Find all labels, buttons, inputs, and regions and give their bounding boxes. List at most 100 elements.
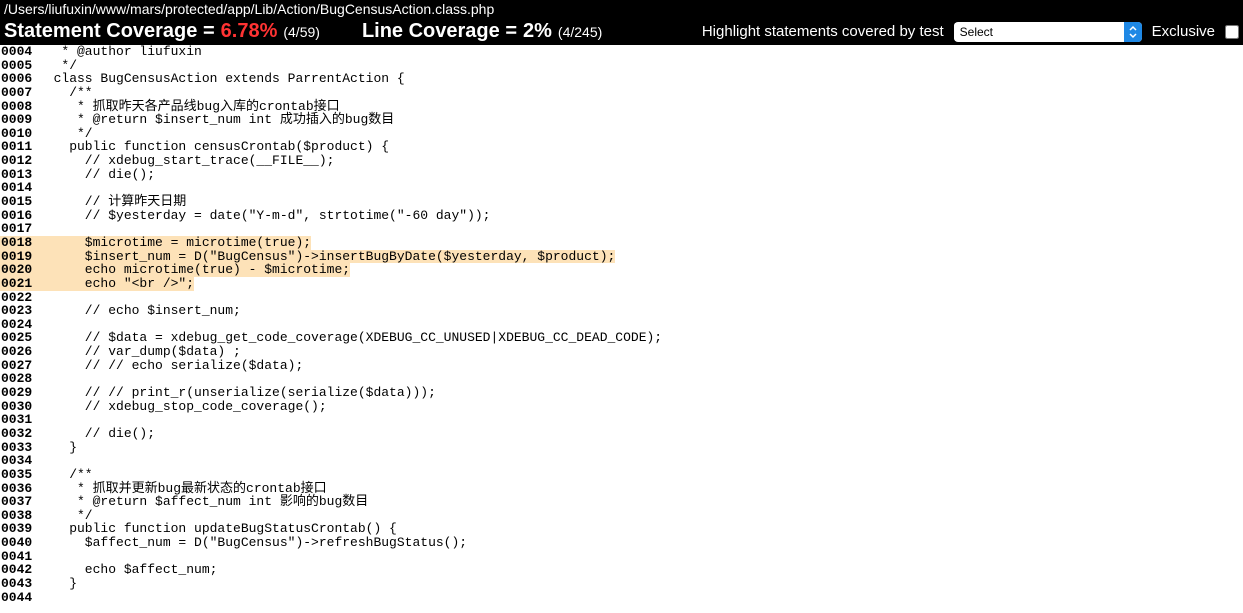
code-content: // echo $insert_num; — [38, 304, 1243, 318]
code-line: 0034 — [0, 454, 1243, 468]
test-select-value[interactable]: Select — [954, 23, 1124, 41]
code-line: 0017 — [0, 222, 1243, 236]
statement-coverage-label: Statement Coverage = — [4, 20, 215, 43]
line-number: 0009 — [0, 113, 38, 127]
code-content: /** — [38, 86, 1243, 100]
line-number: 0006 — [0, 72, 38, 86]
line-number: 0013 — [0, 168, 38, 182]
line-number: 0015 — [0, 195, 38, 209]
code-content: */ — [38, 127, 1243, 141]
code-line: 0013 // die(); — [0, 168, 1243, 182]
statement-coverage-ratio: (4/59) — [283, 24, 320, 40]
line-number: 0029 — [0, 386, 38, 400]
exclusive-label: Exclusive — [1152, 23, 1215, 40]
line-number: 0042 — [0, 563, 38, 577]
code-content: // $data = xdebug_get_code_coverage(XDEB… — [38, 331, 1243, 345]
line-coverage-label: Line Coverage = — [362, 20, 517, 43]
line-number: 0032 — [0, 427, 38, 441]
code-line: 0014 — [0, 181, 1243, 195]
code-line: 0041 — [0, 550, 1243, 564]
test-selector[interactable]: Select — [954, 22, 1142, 42]
line-number: 0010 — [0, 127, 38, 141]
statement-coverage-value: 6.78% — [221, 20, 278, 43]
code-line: 0025 // $data = xdebug_get_code_coverage… — [0, 331, 1243, 345]
code-content: echo microtime(true) - $microtime; — [38, 263, 350, 277]
line-number: 0025 — [0, 331, 38, 345]
code-line: 0024 — [0, 318, 1243, 332]
line-number: 0039 — [0, 522, 38, 536]
line-number: 0037 — [0, 495, 38, 509]
code-line: 0010 */ — [0, 127, 1243, 141]
code-line: 0006 class BugCensusAction extends Parre… — [0, 72, 1243, 86]
line-number: 0030 — [0, 400, 38, 414]
line-number: 0038 — [0, 509, 38, 523]
line-number: 0021 — [0, 277, 38, 291]
code-content — [38, 291, 1243, 305]
code-line: 0012 // xdebug_start_trace(__FILE__); — [0, 154, 1243, 168]
header-controls: Highlight statements covered by test Sel… — [702, 22, 1239, 42]
code-line: 0009 * @return $insert_num int 成功插入的bug数… — [0, 113, 1243, 127]
code-content: // die(); — [38, 168, 1243, 182]
code-content: * @return $affect_num int 影响的bug数目 — [38, 495, 1243, 509]
line-number: 0027 — [0, 359, 38, 373]
line-number: 0036 — [0, 482, 38, 496]
line-number: 0034 — [0, 454, 38, 468]
line-number: 0008 — [0, 100, 38, 114]
line-number: 0043 — [0, 577, 38, 591]
code-content: * @author liufuxin — [38, 45, 1243, 59]
code-line: 0029 // // print_r(unserialize(serialize… — [0, 386, 1243, 400]
code-content: echo "<br />"; — [38, 277, 194, 291]
line-number: 0004 — [0, 45, 38, 59]
code-content — [38, 318, 1243, 332]
code-line: 0030 // xdebug_stop_code_coverage(); — [0, 400, 1243, 414]
code-content — [38, 181, 1243, 195]
code-content: $microtime = microtime(true); — [38, 236, 311, 250]
code-line: 0037 * @return $affect_num int 影响的bug数目 — [0, 495, 1243, 509]
line-number: 0018 — [0, 236, 38, 250]
code-content — [38, 222, 1243, 236]
code-line: 0035 /** — [0, 468, 1243, 482]
code-line: 0039 public function updateBugStatusCron… — [0, 522, 1243, 536]
code-line: 0011 public function censusCrontab($prod… — [0, 140, 1243, 154]
code-line: 0021 echo "<br />"; — [0, 277, 1243, 291]
code-content: // die(); — [38, 427, 1243, 441]
code-content: } — [38, 577, 1243, 591]
code-line: 0033 } — [0, 441, 1243, 455]
code-content: echo $affect_num; — [38, 563, 1243, 577]
code-content: /** — [38, 468, 1243, 482]
line-number: 0040 — [0, 536, 38, 550]
code-line: 0043 } — [0, 577, 1243, 591]
line-number: 0026 — [0, 345, 38, 359]
code-content: public function updateBugStatusCrontab()… — [38, 522, 1243, 536]
code-line: 0005 */ — [0, 59, 1243, 73]
code-line: 0023 // echo $insert_num; — [0, 304, 1243, 318]
code-line: 0020 echo microtime(true) - $microtime; — [0, 263, 1243, 277]
code-content: class BugCensusAction extends ParrentAct… — [38, 72, 1243, 86]
file-path: /Users/liufuxin/www/mars/protected/app/L… — [0, 0, 1243, 18]
code-line: 0019 $insert_num = D("BugCensus")->inser… — [0, 250, 1243, 264]
code-line: 0042 echo $affect_num; — [0, 563, 1243, 577]
line-coverage-value: 2% — [523, 20, 552, 43]
code-line: 0038 */ — [0, 509, 1243, 523]
code-content: // xdebug_start_trace(__FILE__); — [38, 154, 1243, 168]
line-number: 0012 — [0, 154, 38, 168]
code-content — [38, 372, 1243, 386]
line-number: 0022 — [0, 291, 38, 305]
code-content: $affect_num = D("BugCensus")->refreshBug… — [38, 536, 1243, 550]
code-area: 0004 * @author liufuxin0005 */0006 class… — [0, 45, 1243, 604]
line-number: 0007 — [0, 86, 38, 100]
code-line: 0015 // 计算昨天日期 — [0, 195, 1243, 209]
code-content: } — [38, 441, 1243, 455]
exclusive-checkbox[interactable] — [1225, 25, 1239, 39]
line-number: 0035 — [0, 468, 38, 482]
code-content: // var_dump($data) ; — [38, 345, 1243, 359]
code-content: public function censusCrontab($product) … — [38, 140, 1243, 154]
chevron-updown-icon — [1124, 22, 1142, 42]
code-line: 0026 // var_dump($data) ; — [0, 345, 1243, 359]
line-number: 0011 — [0, 140, 38, 154]
code-line: 0027 // // echo serialize($data); — [0, 359, 1243, 373]
line-number: 0019 — [0, 250, 38, 264]
line-number: 0044 — [0, 591, 38, 605]
code-content: $insert_num = D("BugCensus")->insertBugB… — [38, 250, 615, 264]
code-content: // $yesterday = date("Y-m-d", strtotime(… — [38, 209, 1243, 223]
